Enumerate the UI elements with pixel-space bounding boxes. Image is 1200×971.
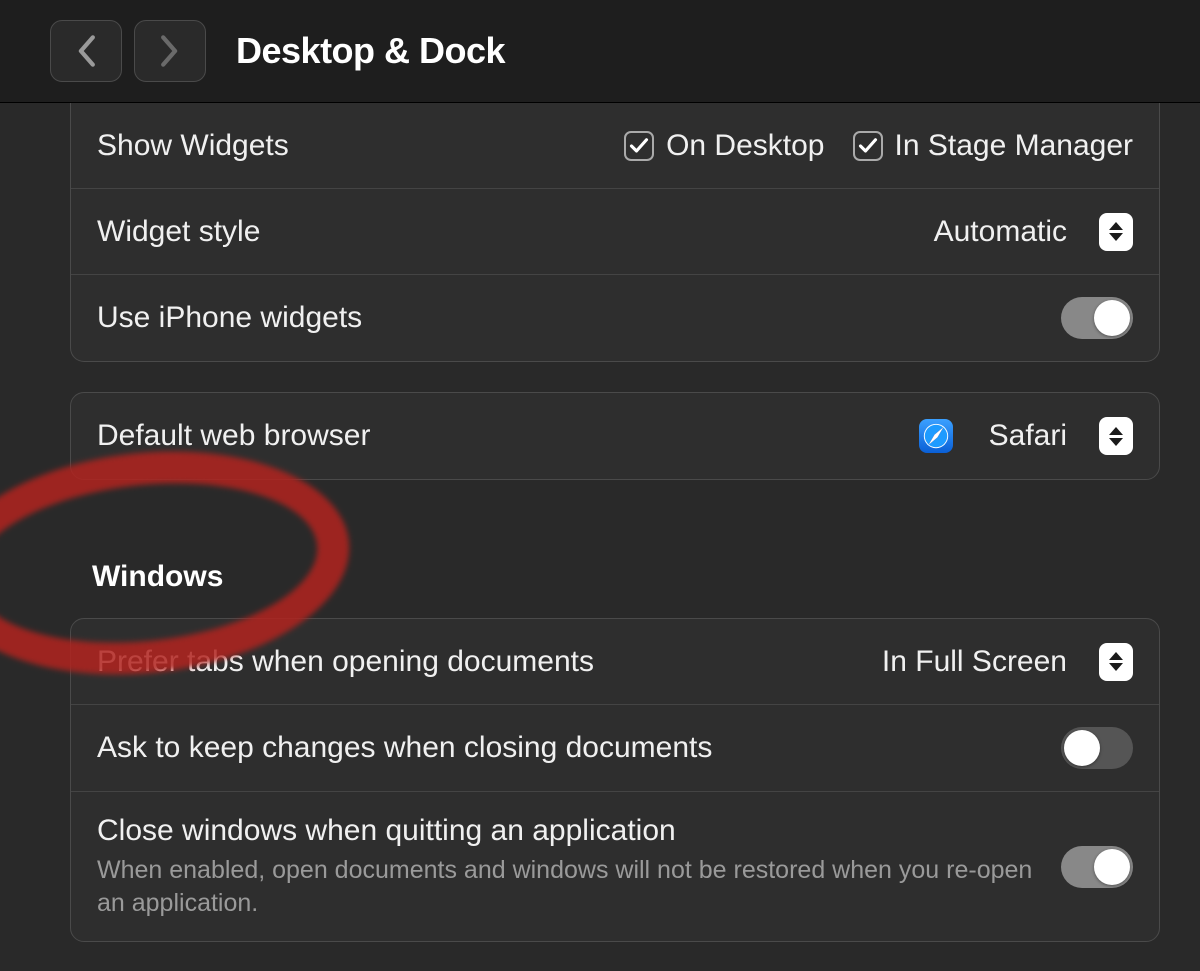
browser-group: Default web browser Safari bbox=[70, 392, 1160, 480]
close-windows-desc: When enabled, open documents and windows… bbox=[97, 854, 1057, 919]
windows-heading: Windows bbox=[92, 560, 1160, 594]
page-title: Desktop & Dock bbox=[236, 30, 505, 72]
show-widgets-label: Show Widgets bbox=[97, 129, 289, 163]
iphone-widgets-row: Use iPhone widgets bbox=[71, 275, 1159, 361]
in-stage-manager-checkbox[interactable] bbox=[853, 131, 883, 161]
check-icon bbox=[629, 136, 649, 156]
default-browser-value: Safari bbox=[989, 419, 1067, 453]
default-browser-row: Default web browser Safari bbox=[71, 393, 1159, 479]
on-desktop-checkbox[interactable] bbox=[624, 131, 654, 161]
toggle-knob bbox=[1094, 300, 1130, 336]
updown-icon bbox=[1099, 417, 1133, 455]
ask-changes-row: Ask to keep changes when closing documen… bbox=[71, 705, 1159, 792]
widgets-group: Show Widgets On Desktop In Stage Manager bbox=[70, 103, 1160, 362]
prefer-tabs-value: In Full Screen bbox=[882, 645, 1067, 679]
widget-style-row: Widget style Automatic bbox=[71, 189, 1159, 275]
close-windows-row: Close windows when quitting an applicati… bbox=[71, 792, 1159, 941]
show-widgets-row: Show Widgets On Desktop In Stage Manager bbox=[71, 103, 1159, 189]
back-button[interactable] bbox=[50, 20, 122, 82]
chevron-right-icon bbox=[159, 34, 181, 68]
widget-style-select[interactable]: Automatic bbox=[934, 213, 1133, 251]
titlebar: Desktop & Dock bbox=[0, 0, 1200, 103]
check-icon bbox=[858, 136, 878, 156]
iphone-widgets-label: Use iPhone widgets bbox=[97, 301, 362, 335]
forward-button[interactable] bbox=[134, 20, 206, 82]
prefer-tabs-label: Prefer tabs when opening documents bbox=[97, 645, 594, 679]
toggle-knob bbox=[1064, 730, 1100, 766]
prefer-tabs-row: Prefer tabs when opening documents In Fu… bbox=[71, 619, 1159, 705]
on-desktop-label: On Desktop bbox=[666, 129, 824, 163]
chevron-left-icon bbox=[75, 34, 97, 68]
in-stage-manager-label: In Stage Manager bbox=[895, 129, 1134, 163]
in-stage-manager-checkbox-wrap[interactable]: In Stage Manager bbox=[853, 129, 1134, 163]
updown-icon bbox=[1099, 213, 1133, 251]
updown-icon bbox=[1099, 643, 1133, 681]
safari-icon bbox=[919, 419, 953, 453]
close-windows-toggle[interactable] bbox=[1061, 846, 1133, 888]
on-desktop-checkbox-wrap[interactable]: On Desktop bbox=[624, 129, 824, 163]
widget-style-label: Widget style bbox=[97, 215, 260, 249]
prefer-tabs-select[interactable]: In Full Screen bbox=[882, 643, 1133, 681]
settings-window: Desktop & Dock Show Widgets On Desktop bbox=[0, 0, 1200, 971]
iphone-widgets-toggle[interactable] bbox=[1061, 297, 1133, 339]
default-browser-select[interactable]: Safari bbox=[919, 417, 1133, 455]
windows-group: Prefer tabs when opening documents In Fu… bbox=[70, 618, 1160, 942]
close-windows-label: Close windows when quitting an applicati… bbox=[97, 814, 1057, 848]
widget-style-value: Automatic bbox=[934, 215, 1067, 249]
toggle-knob bbox=[1094, 849, 1130, 885]
default-browser-label: Default web browser bbox=[97, 419, 370, 453]
ask-changes-toggle[interactable] bbox=[1061, 727, 1133, 769]
content-area: Show Widgets On Desktop In Stage Manager bbox=[0, 103, 1200, 971]
ask-changes-label: Ask to keep changes when closing documen… bbox=[97, 731, 712, 765]
